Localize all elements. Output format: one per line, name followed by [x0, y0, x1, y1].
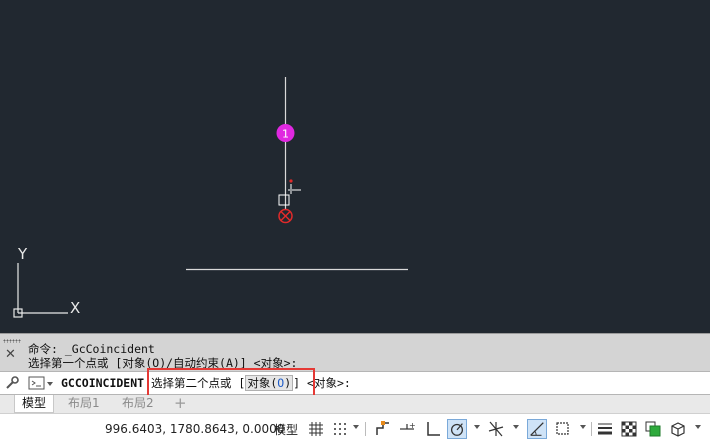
3d-dropdown-caret[interactable] [695, 425, 701, 429]
snap-icon[interactable] [330, 419, 350, 439]
constraint-marker-label: 1 [282, 128, 289, 141]
recent-commands-icon[interactable] [28, 376, 56, 391]
layout-tabs: 模型 布局1 布局2 + [0, 394, 710, 413]
axis-y-label: Y [17, 245, 28, 263]
ucs-icon: Y X [13, 245, 80, 318]
svg-text:+: + [409, 421, 416, 430]
panel-grip-icon[interactable] [3, 339, 21, 343]
3d-object-snap-icon[interactable] [668, 419, 688, 439]
dynamic-ucs-icon[interactable]: + [397, 419, 417, 439]
selection-cycling-icon[interactable] [553, 419, 573, 439]
grid-icon[interactable] [306, 419, 326, 439]
snap-dropdown-caret[interactable] [353, 425, 359, 429]
infer-icon[interactable] [373, 419, 393, 439]
tab-layout2[interactable]: 布局2 [115, 395, 161, 413]
crosshair-cursor-icon [288, 179, 301, 194]
status-bar: 996.6403, 1780.8643, 0.0000 模型 + [0, 413, 710, 443]
quick-properties-icon[interactable] [643, 419, 663, 439]
history-line-1: 命令: _GcCoincident [28, 342, 155, 356]
drawing-canvas[interactable]: 1 Y X [0, 0, 710, 333]
osnap-tracking-icon[interactable] [527, 419, 547, 439]
tab-model[interactable]: 模型 [14, 395, 55, 413]
invalid-point-icon [278, 208, 293, 224]
model-space-button[interactable]: 模型 [274, 421, 298, 438]
command-line[interactable]: GCCOINCIDENT 选择第二个点或 [对象(O)] <对象>: [0, 371, 710, 395]
isodraft-icon[interactable] [486, 419, 506, 439]
isodraft-dropdown-caret[interactable] [513, 425, 519, 429]
customize-wrench-icon[interactable] [4, 375, 20, 391]
add-layout-button[interactable]: + [174, 394, 187, 412]
command-history-panel: ✕ 命令: _GcCoincident 选择第一个点或 [对象(O)/自动约束(… [0, 333, 710, 371]
separator [591, 422, 592, 436]
transparency-icon[interactable] [619, 419, 639, 439]
lineweight-icon[interactable] [595, 419, 615, 439]
polar-dropdown-caret[interactable] [474, 425, 480, 429]
polar-icon[interactable] [447, 419, 467, 439]
close-icon[interactable]: ✕ [5, 348, 16, 362]
ortho-icon[interactable] [423, 419, 443, 439]
separator [365, 422, 366, 436]
endpoint-grip [278, 194, 290, 206]
active-command-name: GCCOINCIDENT [61, 376, 145, 390]
drawing-viewport[interactable]: 1 Y X [0, 0, 710, 333]
axis-x-label: X [70, 299, 80, 317]
selection-dropdown-caret[interactable] [580, 425, 586, 429]
coordinate-readout[interactable]: 996.6403, 1780.8643, 0.0000 [105, 422, 284, 436]
tab-layout1[interactable]: 布局1 [61, 395, 107, 413]
